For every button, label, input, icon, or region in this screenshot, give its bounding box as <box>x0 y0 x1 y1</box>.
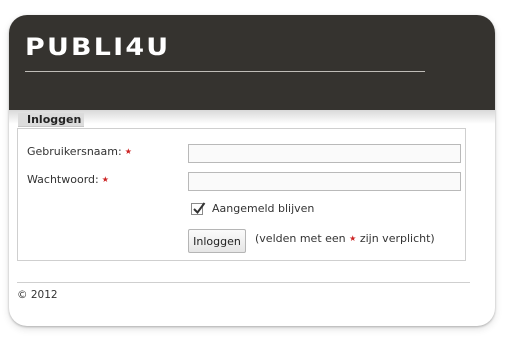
password-label-text: Wachtwoord: <box>27 173 99 186</box>
password-label: Wachtwoord: ★ <box>27 173 109 186</box>
required-hint-suffix: zijn verplicht) <box>359 232 435 245</box>
username-field[interactable] <box>188 144 461 163</box>
tab-inloggen: Inloggen <box>18 113 84 127</box>
logo: PUBLI4U <box>25 33 171 61</box>
required-star-icon: ★ <box>349 234 357 243</box>
checkmark-icon <box>193 202 206 215</box>
required-star-icon: ★ <box>124 147 132 156</box>
required-hint-prefix: (velden met een <box>255 232 346 245</box>
password-field[interactable] <box>188 172 461 191</box>
copyright-text: © 2012 <box>17 289 58 301</box>
header-divider <box>25 71 425 72</box>
required-hint: (velden met een ★ zijn verplicht) <box>255 232 435 245</box>
remember-label[interactable]: Aangemeld blijven <box>212 202 314 215</box>
username-label: Gebruikersnaam: ★ <box>27 145 132 158</box>
header-banner: PUBLI4U <box>9 15 495 110</box>
remember-checkbox[interactable] <box>191 202 206 215</box>
username-label-text: Gebruikersnaam: <box>27 145 122 158</box>
login-button[interactable]: Inloggen <box>188 229 246 253</box>
footer-divider <box>17 282 470 283</box>
required-star-icon: ★ <box>101 175 109 184</box>
